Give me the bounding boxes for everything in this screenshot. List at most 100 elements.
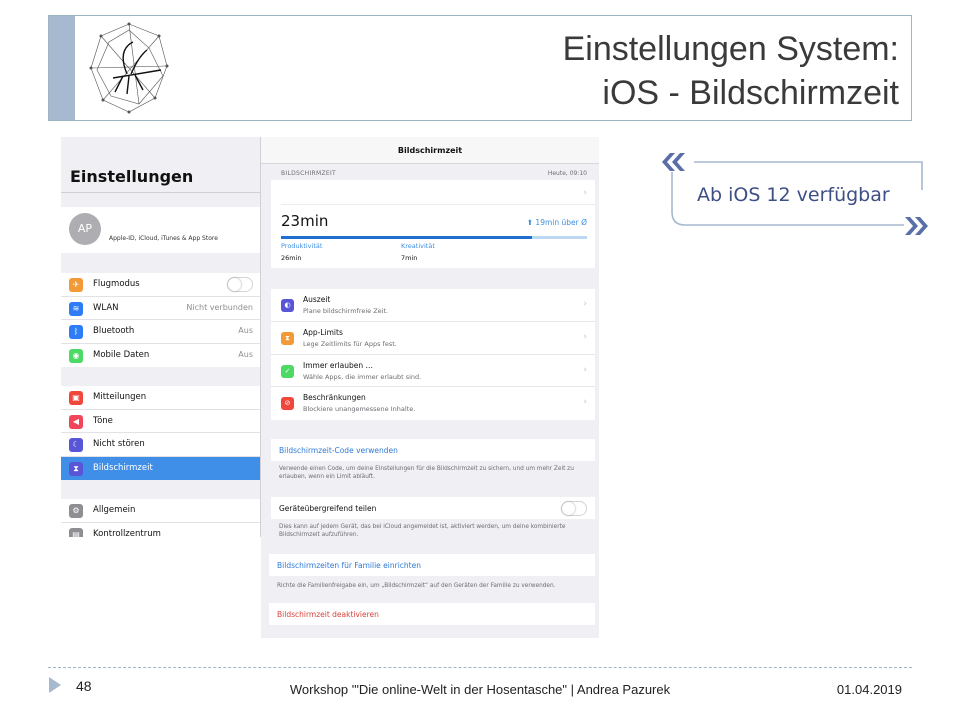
footer-date: 01.04.2019: [836, 682, 902, 697]
chevron-right-icon: ›: [583, 188, 587, 198]
settings-sidebar: Einstellungen AP Apple-ID, iCloud, iTune…: [61, 137, 261, 537]
category-name: Produktivität: [281, 242, 323, 250]
footer-text: Workshop '"Die online-Welt in der Hosent…: [289, 682, 671, 697]
divider: [281, 204, 595, 205]
sidebar-item-toene[interactable]: ◀ Töne: [61, 410, 260, 433]
slide-title-line-1: Einstellungen System:: [562, 30, 899, 68]
settings-group-connectivity: ✈ Flugmodus ≋ WLAN Nicht verbunden ᛒ Blu…: [61, 273, 260, 368]
category-name: Kreativität: [401, 242, 435, 250]
sidebar-item-label: Mobile Daten: [93, 349, 150, 360]
slide: Einstellungen System: iOS - Bildschirmze…: [0, 0, 960, 720]
sidebar-item-bluetooth[interactable]: ᛒ Bluetooth Aus: [61, 320, 260, 344]
chevron-right-icon: ›: [583, 331, 587, 342]
checkmark-icon: ✓: [281, 364, 294, 378]
header-box: Einstellungen System: iOS - Bildschirmze…: [48, 15, 912, 121]
option-app-limits[interactable]: ⧗ App-Limits Lege Zeitlimits für Apps fe…: [271, 322, 595, 355]
code-link[interactable]: Bildschirmzeit-Code verwenden: [279, 446, 398, 455]
sidebar-item-label: Bluetooth: [93, 326, 135, 336]
control-center-icon: ▤: [69, 527, 83, 537]
sidebar-item-label: Allgemein: [93, 505, 136, 515]
option-subtitle: Plane bildschirmfreie Zeit.: [303, 307, 389, 315]
sidebar-item-label: Flugmodus: [93, 279, 140, 289]
share-row: Geräteübergreifend teilen: [271, 497, 595, 519]
date-label: Heute, 09:10: [547, 170, 587, 177]
sidebar-item-value: Nicht verbunden: [186, 302, 253, 312]
option-auszeit[interactable]: ◐ Auszeit Plane bildschirmfreie Zeit. ›: [271, 289, 595, 322]
callout-text: Ab iOS 12 verfügbar: [697, 184, 890, 206]
account-row[interactable]: AP Apple-ID, iCloud, iTunes & App Store: [61, 207, 260, 253]
deactivate-button[interactable]: Bildschirmzeit deaktivieren: [277, 610, 379, 619]
navigation-bar: Bildschirmzeit: [261, 137, 599, 164]
option-subtitle: Lege Zeitlimits für Apps fest.: [303, 339, 397, 348]
settings-group-notifications: ▣ Mitteilungen ◀ Töne ☾ Nicht stören ⧗ B…: [61, 386, 260, 480]
notifications-icon: ▣: [69, 391, 83, 405]
option-subtitle: Blockiere unangemessene Inhalte.: [303, 405, 416, 414]
sidebar-item-kontrollzentrum[interactable]: ▤ Kontrollzentrum: [61, 523, 260, 537]
screentime-options-list: ◐ Auszeit Plane bildschirmfreie Zeit. › …: [271, 289, 595, 420]
mosquito-logo: [89, 22, 169, 114]
share-note: Dies kann auf jedem Gerät, das bei iClou…: [279, 524, 566, 538]
slide-title-line-2: iOS - Bildschirmzeit: [602, 74, 899, 112]
code-note: Verwende einen Code, um deine Einstellun…: [279, 466, 574, 480]
restriction-icon: ⊘: [281, 397, 294, 411]
account-name-redacted: [109, 211, 231, 225]
airplane-icon: ✈: [69, 278, 83, 292]
chevron-right-icon: ›: [583, 364, 587, 375]
sidebar-item-label: Mitteilungen: [93, 392, 147, 402]
option-title: App-Limits: [303, 327, 343, 337]
account-subtitle: Apple-ID, iCloud, iTunes & App Store: [109, 235, 218, 242]
share-label: Geräteübergreifend teilen: [279, 504, 377, 513]
usage-summary-card[interactable]: › 23min ⬆︎ 19min über Ø Produktivität 26…: [271, 180, 595, 268]
settings-heading: Einstellungen: [70, 167, 194, 186]
gear-icon: ⚙: [69, 504, 83, 518]
sidebar-item-flugmodus[interactable]: ✈ Flugmodus: [61, 273, 260, 297]
option-title: Beschränkungen: [303, 393, 366, 403]
sidebar-item-label: WLAN: [93, 302, 119, 313]
sidebar-item-label: Töne: [93, 415, 113, 426]
sidebar-item-label: Nicht stören: [93, 439, 145, 449]
share-toggle[interactable]: [561, 501, 587, 516]
footer-divider: [48, 667, 912, 668]
chevron-right-icon: ›: [583, 299, 587, 309]
option-title: Immer erlauben …: [303, 360, 374, 370]
family-link-row[interactable]: Bildschirmzeiten für Familie einrichten: [269, 554, 595, 576]
usage-bar: [281, 236, 587, 239]
section-caption: BILDSCHIRMZEIT: [281, 170, 337, 177]
ipad-screenshot: Einstellungen AP Apple-ID, iCloud, iTune…: [61, 137, 599, 638]
antenna-icon: ◉: [69, 348, 83, 363]
moon-icon: ☾: [69, 438, 83, 452]
sidebar-item-allgemein[interactable]: ⚙ Allgemein: [61, 499, 260, 523]
hourglass-icon: ⧗: [281, 331, 294, 345]
sidebar-item-mitteilungen[interactable]: ▣ Mitteilungen: [61, 386, 260, 410]
divider: [61, 192, 260, 193]
category-value: 26min: [281, 254, 302, 262]
wifi-icon: ≋: [69, 301, 83, 316]
flugmodus-toggle[interactable]: [227, 277, 253, 292]
speaker-icon: ◀: [69, 414, 83, 429]
family-note: Richte die Familienfreigabe ein, um „Bil…: [277, 583, 556, 589]
option-immer-erlauben[interactable]: ✓ Immer erlauben … Wähle Apps, die immer…: [271, 355, 595, 388]
downtime-icon: ◐: [281, 299, 294, 312]
category-value: 7min: [401, 254, 418, 262]
sidebar-item-value: Aus: [238, 349, 253, 359]
bluetooth-icon: ᛒ: [69, 325, 83, 339]
settings-group-general: ⚙ Allgemein ▤ Kontrollzentrum: [61, 499, 260, 537]
option-beschraenkungen[interactable]: ⊘ Beschränkungen Blockiere unangemessene…: [271, 387, 595, 420]
hourglass-icon: ⧗: [69, 461, 83, 476]
usage-bar-fill: [281, 236, 532, 239]
sidebar-item-wlan[interactable]: ≋ WLAN Nicht verbunden: [61, 297, 260, 320]
code-link-row[interactable]: Bildschirmzeit-Code verwenden: [271, 439, 595, 461]
sidebar-item-nicht-stoeren[interactable]: ☾ Nicht stören: [61, 433, 260, 457]
sidebar-item-mobile-daten[interactable]: ◉ Mobile Daten Aus: [61, 344, 260, 368]
screentime-detail-pane: Bildschirmzeit BILDSCHIRMZEIT Heute, 09:…: [261, 137, 599, 638]
chevron-right-icon: ›: [583, 397, 587, 408]
option-title: Auszeit: [303, 295, 331, 304]
deactivate-row[interactable]: Bildschirmzeit deaktivieren: [269, 603, 595, 625]
option-subtitle: Wähle Apps, die immer erlaubt sind.: [303, 372, 422, 381]
sidebar-item-value: Aus: [238, 326, 253, 335]
average-label: 19min über Ø: [535, 218, 587, 227]
nav-title: Bildschirmzeit: [397, 146, 463, 155]
average-comparison: ⬆︎ 19min über Ø: [527, 218, 587, 227]
family-link[interactable]: Bildschirmzeiten für Familie einrichten: [277, 561, 421, 570]
sidebar-item-bildschirmzeit[interactable]: ⧗ Bildschirmzeit: [61, 456, 260, 480]
